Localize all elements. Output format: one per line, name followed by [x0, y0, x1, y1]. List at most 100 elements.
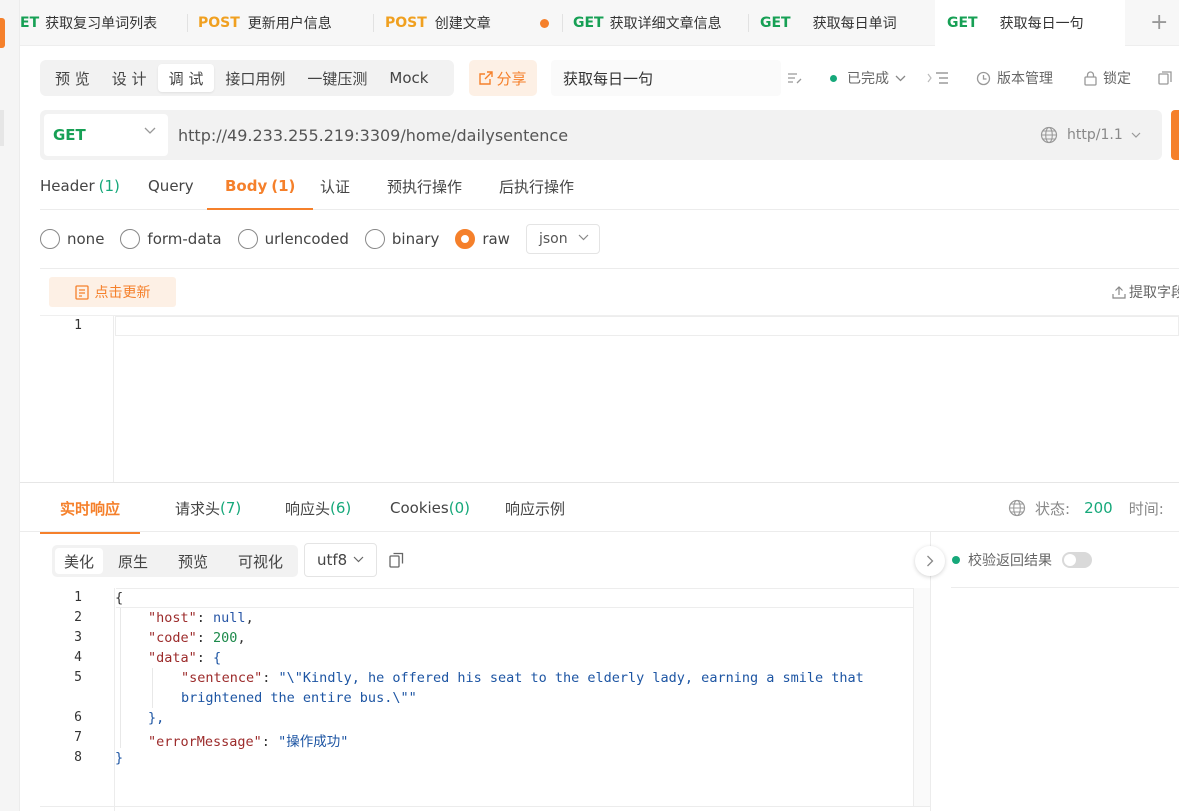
- copy-icon[interactable]: [1158, 60, 1172, 96]
- radio-form-data[interactable]: form-data: [120, 229, 222, 249]
- json-brace: {: [115, 590, 124, 606]
- tab-query[interactable]: Query: [148, 162, 194, 210]
- http-version-select[interactable]: http/1.1: [1040, 110, 1141, 160]
- api-name-field[interactable]: 获取每日一句: [551, 60, 781, 96]
- mode-design[interactable]: 设 计: [101, 64, 158, 92]
- radio-urlencoded[interactable]: urlencoded: [237, 229, 349, 249]
- view-preview[interactable]: 预览: [169, 548, 217, 574]
- extract-fields-button[interactable]: 提取字段: [1112, 277, 1179, 307]
- sidebar-accent[interactable]: [0, 18, 5, 48]
- mode-mock[interactable]: Mock: [378, 64, 439, 92]
- radio-label: raw: [482, 230, 510, 248]
- view-raw[interactable]: 原生: [109, 548, 157, 574]
- unsaved-dot: [540, 19, 549, 28]
- mode-test-cases[interactable]: 接口用例: [214, 64, 296, 92]
- tab-daily-word[interactable]: GET 获取每日单词: [760, 0, 936, 46]
- tab-pre-actions[interactable]: 预执行操作: [387, 162, 462, 210]
- tab-body[interactable]: Body (1): [206, 162, 314, 210]
- mode-load-test[interactable]: 一键压测: [296, 64, 378, 92]
- refresh-button[interactable]: 点击更新: [49, 277, 176, 307]
- tab-label: 响应示例: [505, 499, 566, 518]
- tab-daily-sentence[interactable]: GET 获取每日一句: [935, 0, 1125, 46]
- tab-method: ET: [20, 15, 40, 31]
- tab-create-article[interactable]: POST 创建文章: [385, 0, 563, 46]
- divider: [951, 587, 1179, 588]
- view-mode-switcher: 美化 原生 预览 可视化: [52, 545, 298, 577]
- radio-label: binary: [391, 230, 440, 248]
- status-label: 状态:: [1035, 499, 1071, 518]
- body-format-select[interactable]: json: [525, 224, 600, 254]
- mode-debug[interactable]: 调 试: [157, 64, 215, 92]
- line-number: 1: [74, 590, 82, 605]
- validate-toggle[interactable]: [1062, 552, 1092, 568]
- tab-label: 认证: [320, 177, 351, 196]
- line-number: 5: [74, 670, 82, 685]
- copy-response-icon[interactable]: [389, 552, 404, 572]
- chevron-down-icon: [144, 127, 156, 134]
- tab-post-actions[interactable]: 后执行操作: [499, 162, 574, 210]
- encoding-select[interactable]: utf8: [304, 543, 377, 577]
- radio-none[interactable]: none: [40, 229, 104, 249]
- tab-review-words[interactable]: ET 获取复习单词列表: [20, 0, 188, 46]
- response-tabs: 实时响应 请求头 (7) 响应头 (6) Cookies (0) 响应示例 状态: 2…: [20, 482, 1179, 534]
- tab-auth[interactable]: 认证: [320, 162, 350, 210]
- line-number: 2: [74, 610, 82, 625]
- tab-header[interactable]: Header (1): [40, 162, 120, 210]
- edit-icon[interactable]: [787, 60, 803, 96]
- tab-cookies[interactable]: Cookies (0): [390, 483, 470, 533]
- tab-response-examples[interactable]: 响应示例: [505, 483, 565, 533]
- mode-switcher: 预 览 设 计 调 试 接口用例 一键压测 Mock: [40, 60, 454, 96]
- share-button[interactable]: 分享: [469, 60, 537, 96]
- line-number: 4: [74, 650, 82, 665]
- view-pretty[interactable]: 美化: [55, 548, 104, 574]
- request-tab-bar: ET 获取复习单词列表 POST 更新用户信息 POST 创建文章 GET 获取…: [20, 0, 1179, 46]
- body-type-options: none form-data urlencoded binary raw jso…: [40, 224, 600, 254]
- add-tab-icon[interactable]: +: [1150, 10, 1168, 35]
- collapse-panel-button[interactable]: [915, 546, 945, 576]
- json-key: "host": [148, 610, 197, 626]
- tab-label: 实时响应: [60, 499, 121, 518]
- tab-count: (1): [271, 177, 296, 195]
- share-icon: [479, 71, 494, 85]
- tab-label: Header: [40, 177, 95, 195]
- tab-count: (0): [448, 499, 470, 517]
- tab-title: 获取详细文章信息: [609, 16, 722, 32]
- tab-response-headers[interactable]: 响应头 (6): [285, 483, 351, 533]
- radio-label: urlencoded: [264, 230, 349, 248]
- radio-binary[interactable]: binary: [364, 229, 440, 249]
- scrollbar[interactable]: [913, 588, 930, 806]
- chevron-down-icon: [1131, 132, 1141, 138]
- tab-live-response[interactable]: 实时响应: [39, 483, 141, 534]
- tab-title: 获取每日单词: [812, 16, 897, 32]
- globe-icon: [1008, 499, 1026, 517]
- body-code-area[interactable]: 1: [40, 315, 1179, 484]
- view-visualize[interactable]: 可视化: [229, 548, 292, 574]
- response-code[interactable]: { "host": null, "code": 200, "data": { "…: [115, 588, 915, 811]
- line-number: 6: [74, 710, 82, 725]
- json-key: "errorMessage": [148, 734, 262, 750]
- radio-raw[interactable]: raw: [455, 229, 510, 249]
- status-select[interactable]: 已完成: [830, 60, 906, 96]
- tab-article-detail[interactable]: GET 获取详细文章信息: [573, 0, 749, 46]
- outline-icon[interactable]: [927, 60, 949, 96]
- tab-title: 获取每日一句: [999, 16, 1084, 32]
- chevron-right-icon: [927, 555, 934, 567]
- tab-label: Query: [148, 177, 194, 195]
- share-label: 分享: [496, 69, 527, 88]
- line-gutter: 1: [40, 316, 114, 484]
- chevron-down-icon: [353, 556, 364, 563]
- json-value: "操作成功": [278, 734, 349, 750]
- url-input[interactable]: [178, 122, 938, 148]
- json-value-continued: brightened the entire bus.\"": [181, 690, 417, 706]
- mode-preview[interactable]: 预 览: [44, 64, 101, 92]
- method-select[interactable]: GET: [44, 114, 168, 156]
- send-button[interactable]: [1171, 110, 1179, 160]
- chevron-down-icon: [895, 75, 906, 81]
- version-button[interactable]: 版本管理: [976, 60, 1053, 96]
- encoding-value: utf8: [317, 551, 348, 569]
- tab-update-user[interactable]: POST 更新用户信息: [198, 0, 374, 46]
- lock-button[interactable]: 锁定: [1084, 60, 1131, 96]
- status-label: 已完成: [847, 71, 889, 87]
- chevron-down-icon: [578, 234, 589, 241]
- tab-request-headers[interactable]: 请求头 (7): [175, 483, 241, 533]
